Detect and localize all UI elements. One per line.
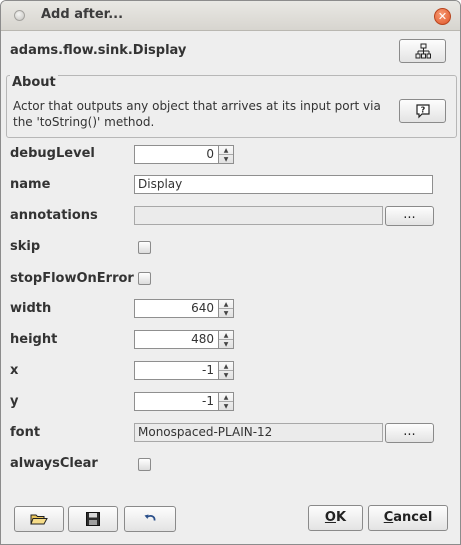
y-label: y bbox=[10, 394, 19, 409]
alwaysclear-label: alwaysClear bbox=[10, 456, 98, 471]
title-bar[interactable]: Add after... ✕ bbox=[1, 1, 460, 31]
font-label: font bbox=[10, 425, 41, 440]
name-input[interactable]: Display bbox=[134, 175, 433, 194]
class-tree-button[interactable] bbox=[399, 39, 446, 63]
annotations-field[interactable] bbox=[134, 206, 383, 225]
font-field[interactable]: Monospaced-PLAIN-12 bbox=[134, 423, 383, 442]
width-label: width bbox=[10, 301, 52, 316]
help-button[interactable]: ? bbox=[399, 99, 446, 123]
font-edit-button[interactable]: ... bbox=[385, 423, 434, 443]
stopflowonerror-checkbox[interactable] bbox=[138, 272, 151, 285]
window-title: Add after... bbox=[41, 7, 124, 22]
x-input[interactable]: -1 bbox=[134, 361, 219, 380]
spinner-down-icon[interactable]: ▼ bbox=[219, 340, 233, 349]
open-folder-icon bbox=[30, 514, 48, 525]
undo-button[interactable] bbox=[124, 506, 176, 532]
spinner-down-icon[interactable]: ▼ bbox=[219, 309, 233, 318]
height-spinner[interactable]: ▲ ▼ bbox=[219, 330, 234, 349]
x-spinner[interactable]: ▲ ▼ bbox=[219, 361, 234, 380]
svg-text:?: ? bbox=[420, 106, 425, 115]
spinner-up-icon[interactable]: ▲ bbox=[219, 362, 233, 371]
ok-mnemonic: O bbox=[324, 510, 336, 525]
spinner-up-icon[interactable]: ▲ bbox=[219, 331, 233, 340]
annotations-label: annotations bbox=[10, 208, 98, 223]
debuglevel-input[interactable]: 0 bbox=[134, 145, 219, 164]
dialog-window: Add after... ✕ adams.flow.sink.Display A… bbox=[0, 0, 461, 545]
annotations-edit-button[interactable]: ... bbox=[385, 206, 434, 226]
ok-label-rest: K bbox=[335, 510, 347, 525]
debuglevel-spinner[interactable]: ▲ ▼ bbox=[219, 145, 234, 164]
window-menu-icon[interactable] bbox=[14, 10, 25, 21]
stopflowonerror-label: stopFlowOnError bbox=[10, 271, 134, 286]
about-description: Actor that outputs any object that arriv… bbox=[13, 99, 381, 129]
cancel-button[interactable]: Cancel bbox=[368, 505, 448, 531]
spinner-up-icon[interactable]: ▲ bbox=[219, 393, 233, 402]
spinner-up-icon[interactable]: ▲ bbox=[219, 300, 233, 309]
x-label: x bbox=[10, 363, 19, 378]
y-input[interactable]: -1 bbox=[134, 392, 219, 411]
skip-checkbox[interactable] bbox=[138, 241, 151, 254]
spinner-down-icon[interactable]: ▼ bbox=[219, 402, 233, 411]
alwaysclear-checkbox[interactable] bbox=[138, 458, 151, 471]
spinner-up-icon[interactable]: ▲ bbox=[219, 146, 233, 155]
save-button[interactable] bbox=[68, 506, 118, 532]
actor-classname: adams.flow.sink.Display bbox=[10, 43, 187, 58]
cancel-label-rest: ancel bbox=[393, 510, 433, 525]
debuglevel-label: debugLevel bbox=[10, 146, 95, 161]
close-button[interactable]: ✕ bbox=[434, 8, 451, 25]
undo-arrow-icon bbox=[144, 514, 156, 521]
question-help-icon: ? bbox=[415, 104, 430, 119]
spinner-down-icon[interactable]: ▼ bbox=[219, 155, 233, 164]
spinner-down-icon[interactable]: ▼ bbox=[219, 371, 233, 380]
height-input[interactable]: 480 bbox=[134, 330, 219, 349]
about-label: About bbox=[10, 75, 58, 90]
ok-button[interactable]: OK bbox=[308, 505, 363, 531]
y-spinner[interactable]: ▲ ▼ bbox=[219, 392, 234, 411]
save-floppy-icon bbox=[86, 512, 100, 526]
open-button[interactable] bbox=[14, 506, 64, 532]
height-label: height bbox=[10, 332, 58, 347]
width-spinner[interactable]: ▲ ▼ bbox=[219, 299, 234, 318]
cancel-mnemonic: C bbox=[383, 510, 394, 525]
name-label: name bbox=[10, 177, 51, 192]
tree-hierarchy-icon bbox=[415, 43, 431, 59]
skip-label: skip bbox=[10, 239, 41, 254]
width-input[interactable]: 640 bbox=[134, 299, 219, 318]
